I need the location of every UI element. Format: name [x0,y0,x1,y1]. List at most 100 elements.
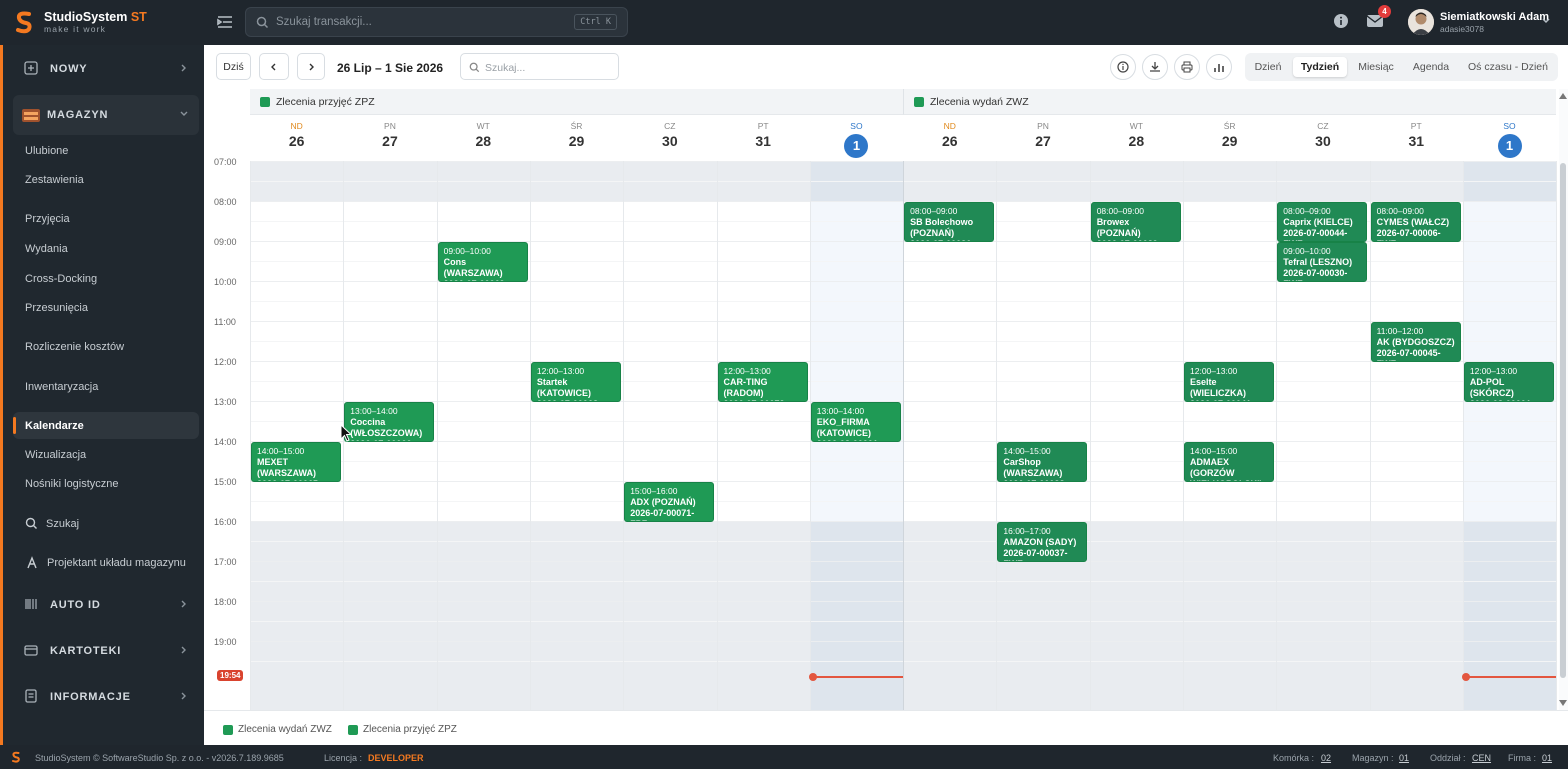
calendar-event[interactable]: 11:00–12:00AK (BYDGOSZCZ)2026-07-00045-Z… [1370,322,1461,362]
legend-label: Zlecenia przyjęć ZPZ [363,724,457,735]
calendar-event[interactable]: 13:00–14:00Coccina (WŁOSZCZOWA)2026-07-0… [344,402,435,442]
scroll-up-icon[interactable] [1559,93,1567,99]
sidebar-item-inventory[interactable]: Inwentaryzacja [25,381,98,393]
company-label: Firma : [1508,753,1536,763]
calendar-event[interactable]: 14:00–15:00MEXET (WARSZAWA)2026-07-00065 [251,442,341,482]
event-time: 12:00–13:00 [723,366,771,376]
search-placeholder: Szukaj transakcji... [276,16,372,28]
day-header[interactable]: PT 31 [1370,116,1463,161]
day-header[interactable]: ŚR 29 [530,116,623,161]
warehouse-value[interactable]: 01 [1399,753,1409,763]
sidebar-item-layout-designer[interactable]: Projektant układu magazynu [25,556,186,570]
view-day-tab[interactable]: Dzień [1249,57,1287,77]
calendar-event[interactable]: 12:00–13:00AD-POL (SKÓRCZ)2026-08-00001-… [1463,362,1554,402]
info-button[interactable] [1110,54,1136,80]
sidebar-section-info[interactable]: INFORMACJE [6,677,199,717]
calendar-event[interactable]: 15:00–16:00ADX (POZNAŃ)2026-07-00071-ZPZ [624,482,715,522]
event-code: 2026-07-00030-ZWZ [1283,268,1348,281]
calendar-event[interactable]: 12:00–13:00Startek (KATOWICE)2026-07-000… [530,362,621,402]
calendar-event[interactable]: 16:00–17:00AMAZON (SADY)2026-07-00037-ZW… [997,522,1088,562]
day-header[interactable]: PN 27 [996,116,1089,161]
scroll-down-icon[interactable] [1559,700,1567,706]
event-code: 2026-07-00041 [1190,399,1268,401]
calendar-search-input[interactable]: Szukaj... [460,53,619,80]
today-button[interactable]: Dziś [216,53,251,80]
view-month-tab[interactable]: Miesiąc [1351,57,1401,77]
day-header[interactable]: WT 28 [437,116,530,161]
sidebar-section-warehouse[interactable]: MAGAZYN [13,95,199,135]
legend-item-zwz[interactable]: Zlecenia wydań ZWZ [223,724,332,735]
day-header[interactable]: PT 31 [717,116,810,161]
search-icon [256,16,269,29]
day-number: 26 [941,133,958,149]
sidebar-item-transfers[interactable]: Przesunięcia [25,302,88,314]
day-header[interactable]: ND 26 [250,116,343,161]
chevron-down-icon[interactable] [1541,16,1551,26]
menu-collapse-icon[interactable] [216,13,234,31]
user-name[interactable]: Siemiatkowski Adam [1440,11,1549,23]
sidebar-item-logistic-carriers[interactable]: Nośniki logistyczne [25,478,119,490]
day-number: 30 [1315,133,1331,149]
sidebar-item-cost-settlement[interactable]: Rozliczenie kosztów [25,341,124,353]
event-code: 2026-07-00045-ZWZ [1376,348,1441,361]
event-code: 2026-07-00069 [444,279,522,281]
calendar-event[interactable]: 14:00–15:00CarShop (WARSZAWA)2026-07-000… [997,442,1088,482]
calendar-event[interactable]: 09:00–10:00 Tefral (LESZNO) 2026-07-00030-… [1277,242,1368,282]
avatar[interactable] [1408,9,1434,35]
day-header[interactable]: ND 26 [903,116,996,161]
sidebar-item-receipts[interactable]: Przyjęcia [25,213,70,225]
brand-tagline: make it work [44,24,107,34]
sidebar-item-visualization[interactable]: Wizualizacja [25,449,86,461]
day-header[interactable]: SO 1 [1463,116,1556,161]
view-timeline-tab[interactable]: Oś czasu - Dzień [1461,57,1555,77]
scrollbar-thumb[interactable] [1560,163,1566,678]
resource-header-zpz: Zlecenia przyjęć ZPZ [250,89,903,115]
event-time: 13:00–14:00 [816,406,865,416]
sidebar-item-favorites[interactable]: Ulubione [25,145,68,157]
stats-button[interactable] [1206,54,1232,80]
day-header[interactable]: PN 27 [343,116,436,161]
event-code: 2026-07-00065 [257,479,335,481]
sidebar-item-issues[interactable]: Wydania [25,243,68,255]
calendar-event[interactable]: 09:00–10:00Cons (WARSZAWA)2026-07-00069 [437,242,528,282]
next-button[interactable] [297,53,325,80]
hour-label: 16:00 [214,517,237,527]
event-title: AK (BYDGOSZCZ) [1376,337,1455,347]
calendar-event[interactable]: 14:00–15:00ADMAEX (GORZÓW WIELKOPOLSKI) [1184,442,1274,482]
sidebar-item-reports[interactable]: Zestawienia [25,174,84,186]
cell-value[interactable]: 02 [1321,753,1331,763]
branch-value[interactable]: CEN [1472,753,1491,763]
calendar-event[interactable]: 12:00–13:00CAR-TING (RADOM)2026-07-00072 [717,362,808,402]
sidebar-item-search[interactable]: Szukaj [25,517,79,530]
event-title: Tefral (LESZNO) [1283,257,1353,267]
view-week-tab[interactable]: Tydzień [1293,57,1347,77]
day-header[interactable]: ŚR 29 [1183,116,1276,161]
calendar-event[interactable]: 08:00–09:00 Caprix (KIELCE) 2026-07-00044-… [1277,202,1368,242]
day-header[interactable]: WT 28 [1090,116,1183,161]
day-header[interactable]: SO 1 [810,116,903,161]
calendar-event[interactable]: 08:00–09:00SB Bolechowo (POZNAŃ)2026-07-… [904,202,995,242]
resource-color-swatch [914,96,924,107]
day-header[interactable]: CZ 30 [1276,116,1369,161]
company-value[interactable]: 01 [1542,753,1552,763]
time-grid[interactable]: 09:00–10:00Cons (WARSZAWA)2026-07-00069 1… [250,161,1558,710]
calendar-event[interactable]: 12:00–13:00Eselte (WIELICZKA)2026-07-000… [1184,362,1274,402]
info-icon[interactable] [1333,13,1349,29]
sidebar-section-files[interactable]: KARTOTEKI [6,631,199,671]
calendar-event[interactable]: 13:00–14:00EKO_FIRMA (KATOWICE)2026-08-0… [810,402,901,442]
legend-item-zpz[interactable]: Zlecenia przyjęć ZPZ [348,724,457,735]
print-button[interactable] [1174,54,1200,80]
day-header[interactable]: CZ 30 [623,116,716,161]
view-agenda-tab[interactable]: Agenda [1405,57,1457,77]
sidebar-section-new[interactable]: NOWY [6,49,199,89]
sidebar-item-cross-docking[interactable]: Cross-Docking [25,273,97,285]
day-number: 1 [844,134,869,158]
transaction-search-input[interactable]: Szukaj transakcji... Ctrl K [245,7,628,37]
event-title: ADMAEX (GORZÓW WIELKOPOLSKI) [1190,457,1263,481]
calendar-event[interactable]: 08:00–09:00CYMES (WAŁCZ)2026-07-00006-ZW… [1370,202,1461,242]
sidebar-section-auto-id[interactable]: AUTO ID [6,585,199,625]
download-button[interactable] [1142,54,1168,80]
calendar-legend: Zlecenia wydań ZWZ Zlecenia przyjęć ZPZ [204,710,1568,745]
calendar-event[interactable]: 08:00–09:00Browex (POZNAŃ)2026-07-00039-… [1090,202,1181,242]
prev-button[interactable] [259,53,289,80]
